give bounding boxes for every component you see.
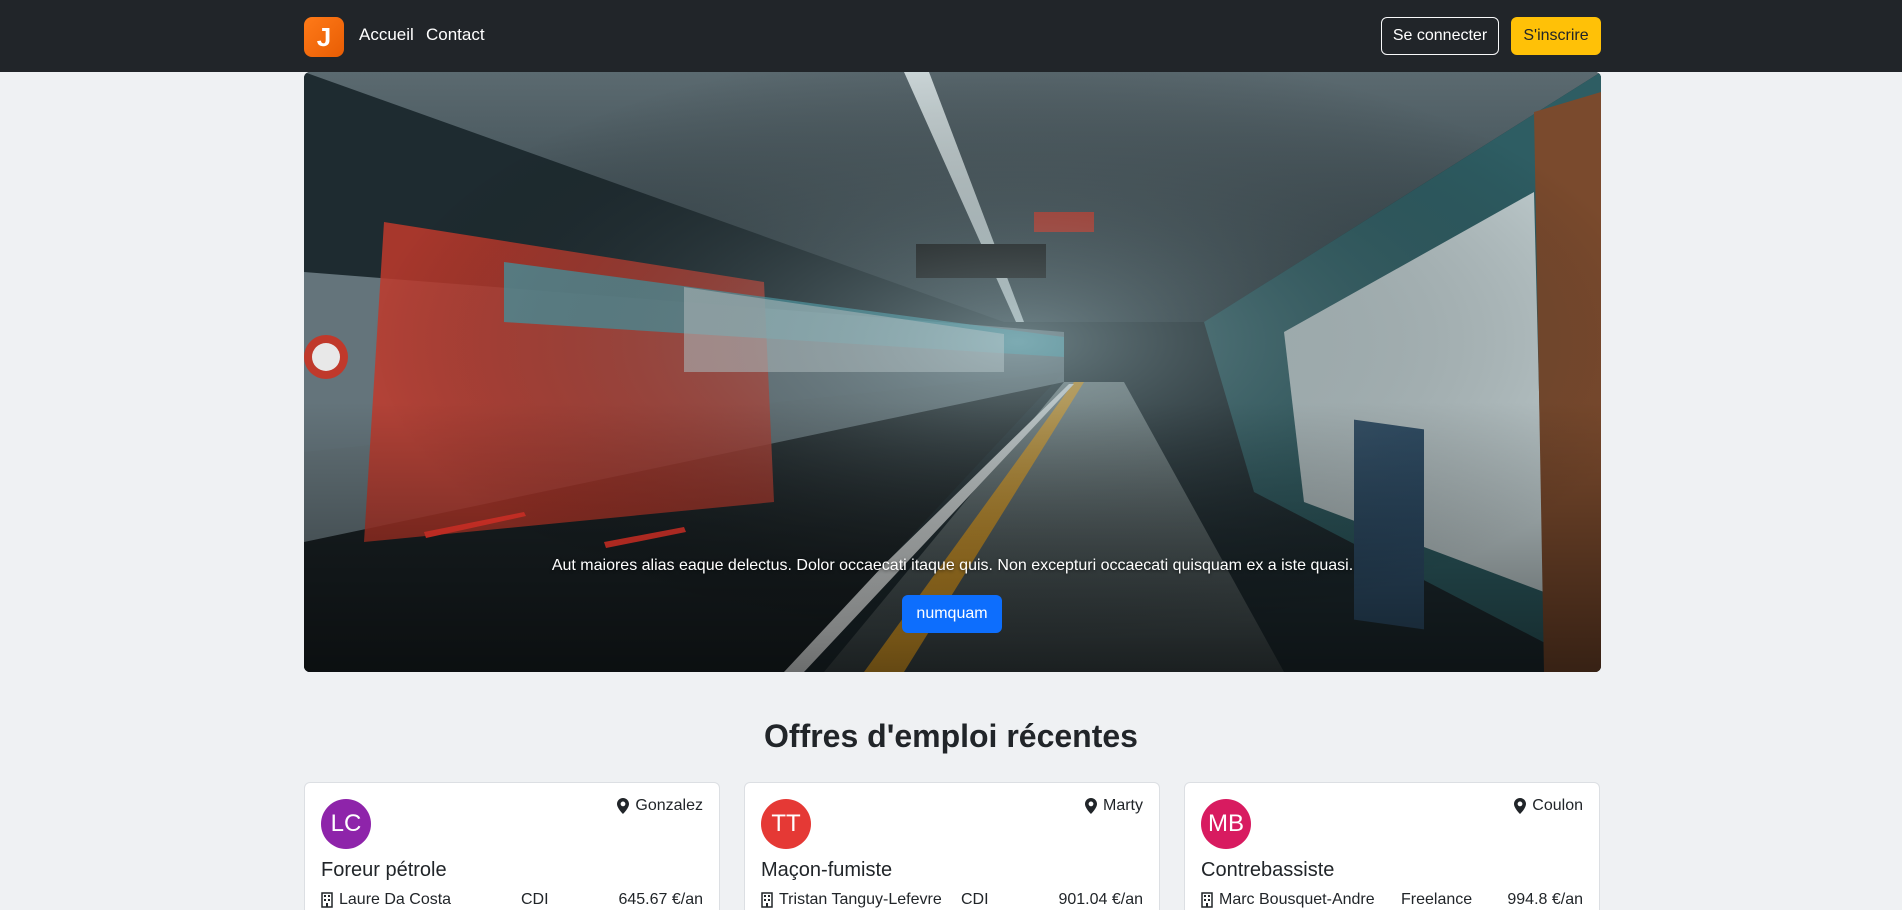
job-title[interactable]: Contrebassiste [1201,859,1334,882]
job-company: Laure Da Costa [321,891,451,909]
job-location-label: Marty [1103,797,1143,814]
avatar: LC [321,799,371,849]
job-location: Coulon [1514,797,1583,815]
avatar: TT [761,799,811,849]
job-company-label: Laure Da Costa [339,891,452,908]
building-icon [1201,892,1213,908]
hero-cta-button[interactable]: numquam [902,595,1002,633]
job-salary: 901.04 €/an [1058,891,1143,908]
job-salary: 645.67 €/an [618,891,703,908]
navbar: J Accueil Contact Se connecter S'inscrir… [0,0,1902,72]
brand-logo[interactable]: J [304,17,344,57]
job-title[interactable]: Foreur pétrole [321,859,447,882]
job-card[interactable]: MB Coulon Contrebassiste Marc Bousquet-A… [1184,782,1600,910]
job-card[interactable]: TT Marty Maçon-fumiste Tristan Tanguy-Le… [744,782,1160,910]
job-card[interactable]: LC Gonzalez Foreur pétrole Laure Da Cost… [304,782,720,910]
login-button[interactable]: Se connecter [1381,17,1499,55]
building-icon [761,892,773,908]
map-pin-icon [617,798,630,814]
hero-image [304,72,1601,672]
job-company: Marc Bousquet-Andre [1201,891,1375,909]
building-icon [321,892,333,908]
nav-link-accueil[interactable]: Accueil [359,25,414,45]
job-location-label: Coulon [1532,797,1583,814]
job-company-label: Tristan Tanguy-Lefevre [779,891,942,908]
job-contract: CDI [961,891,989,908]
section-title: Offres d'emploi récentes [764,718,1138,754]
job-location: Marty [1085,797,1143,815]
job-salary: 994.8 €/an [1507,891,1583,908]
job-company: Tristan Tanguy-Lefevre [761,891,942,909]
map-pin-icon [1514,798,1527,814]
job-company-label: Marc Bousquet-Andre [1219,891,1375,908]
job-contract: CDI [521,891,549,908]
job-location: Gonzalez [617,797,703,815]
hero-text: Aut maiores alias eaque delectus. Dolor … [551,557,1354,574]
nav-link-contact[interactable]: Contact [426,25,485,45]
hero-banner: Aut maiores alias eaque delectus. Dolor … [304,72,1601,672]
map-pin-icon [1085,798,1097,814]
job-contract: Freelance [1401,891,1473,908]
job-location-label: Gonzalez [635,797,703,814]
signup-button[interactable]: S'inscrire [1511,17,1601,55]
avatar: MB [1201,799,1251,849]
job-title[interactable]: Maçon-fumiste [761,859,892,882]
